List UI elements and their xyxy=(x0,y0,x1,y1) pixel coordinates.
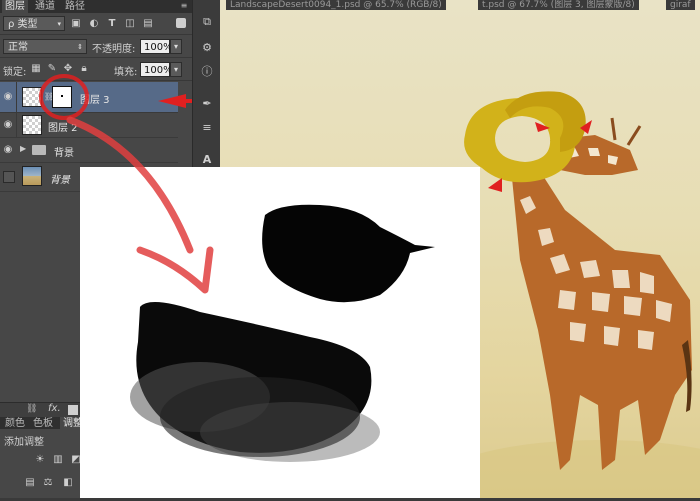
layer-row-3[interactable]: ◉ ⛓ 图层 3 xyxy=(0,82,178,113)
divider xyxy=(16,113,17,137)
history-icon[interactable]: ⧉ xyxy=(199,14,215,30)
color-balance-icon[interactable]: ▤ xyxy=(24,477,36,489)
mask-strokes xyxy=(130,204,435,462)
tab-swatches[interactable]: 色板 xyxy=(30,417,56,430)
layer-thumbnail[interactable] xyxy=(22,115,42,135)
layer-name[interactable]: 背景 xyxy=(50,171,70,186)
lock-pixels-icon[interactable]: ✎ xyxy=(46,63,58,75)
eye-icon[interactable]: ◉ xyxy=(2,119,14,131)
visibility-box[interactable] xyxy=(3,171,15,183)
tab-layers[interactable]: 图层 xyxy=(2,0,28,13)
brush-settings-icon[interactable]: ≡ xyxy=(199,120,215,136)
filter-adjust-icon[interactable]: ◐ xyxy=(88,18,100,30)
lock-label: 锁定: xyxy=(3,67,27,78)
tab-color[interactable]: 颜色 xyxy=(2,417,28,430)
lock-transparent-icon[interactable]: ▦ xyxy=(30,63,42,75)
brightness-icon[interactable]: ☀ xyxy=(34,454,46,466)
filter-shape-icon[interactable]: ◫ xyxy=(124,18,136,30)
fill-label: 填充: xyxy=(114,67,138,78)
balance-scale-icon[interactable]: ⚖ xyxy=(42,477,54,489)
blend-row: 正常 ⇕ 不透明度: 100% ▾ xyxy=(0,37,192,58)
lock-icon[interactable]: 🔒︎ xyxy=(78,63,90,75)
levels-icon[interactable]: ▥ xyxy=(52,454,64,466)
add-mask-icon[interactable] xyxy=(68,405,78,415)
filter-smart-icon[interactable]: ▤ xyxy=(142,18,154,30)
lock-row: 锁定: ▦ ✎ ✥ 🔒︎ 填充: 100% ▾ xyxy=(0,60,192,81)
chevron-updown-icon: ⇕ xyxy=(77,43,83,51)
brush-preset-icon[interactable]: ✒ xyxy=(199,96,215,112)
filter-row: ρ 类型 ▾ ▣ ◐ T ◫ ▤ xyxy=(0,14,192,35)
opacity-label: 不透明度: xyxy=(92,44,136,55)
eye-icon[interactable]: ◉ xyxy=(2,144,14,156)
opacity-input[interactable]: 100% xyxy=(140,39,173,54)
info-icon[interactable]: ⓘ xyxy=(199,64,215,80)
filter-pixel-icon[interactable]: ▣ xyxy=(70,18,82,30)
fill-dropdown-button[interactable]: ▾ xyxy=(170,62,182,77)
layer-thumbnail[interactable] xyxy=(22,87,42,107)
layers-panel-tabbar: 图层 通道 路径 ≡ xyxy=(0,0,192,13)
blend-mode-label: 正常 xyxy=(8,42,28,53)
folder-icon xyxy=(32,145,46,155)
filter-kind-label: ρ 类型 xyxy=(8,19,38,30)
opacity-dropdown-button[interactable]: ▾ xyxy=(170,39,182,54)
layer-name[interactable]: 图层 2 xyxy=(48,119,78,134)
blend-mode-dropdown[interactable]: 正常 ⇕ xyxy=(3,39,87,54)
layer-name[interactable]: 图层 3 xyxy=(80,91,110,106)
layer-mask-thumbnail[interactable] xyxy=(52,86,72,108)
filter-toggle[interactable] xyxy=(176,18,186,28)
divider xyxy=(16,82,17,112)
lock-position-icon[interactable]: ✥ xyxy=(62,63,74,75)
layer-mask-preview xyxy=(80,167,480,498)
chevron-down-icon: ▾ xyxy=(57,20,61,28)
tab-channels[interactable]: 通道 xyxy=(32,0,58,13)
tab-paths[interactable]: 路径 xyxy=(62,0,88,13)
expand-arrow-icon[interactable]: ▶ xyxy=(20,144,26,153)
eye-icon[interactable]: ◉ xyxy=(2,91,14,103)
layer-group-row[interactable]: ◉ ▶ 背景 xyxy=(0,138,178,163)
filter-kind-dropdown[interactable]: ρ 类型 ▾ xyxy=(3,16,65,31)
panel-menu-icon[interactable]: ≡ xyxy=(178,1,190,12)
fill-input[interactable]: 100% xyxy=(140,62,173,77)
bw-icon[interactable]: ◧ xyxy=(62,477,74,489)
properties-icon[interactable]: ⚙ xyxy=(199,40,215,56)
filter-type-icon[interactable]: T xyxy=(106,18,118,30)
character-icon[interactable]: A xyxy=(199,152,215,168)
group-name[interactable]: 背景 xyxy=(54,144,74,159)
add-adjustment-label: 添加调整 xyxy=(4,437,44,448)
fx-button[interactable]: fx. xyxy=(48,403,61,414)
layer-row-2[interactable]: ◉ 图层 2 xyxy=(0,113,178,138)
link-layers-icon[interactable]: ⛓ xyxy=(26,404,37,414)
layer-thumbnail[interactable] xyxy=(22,166,42,186)
